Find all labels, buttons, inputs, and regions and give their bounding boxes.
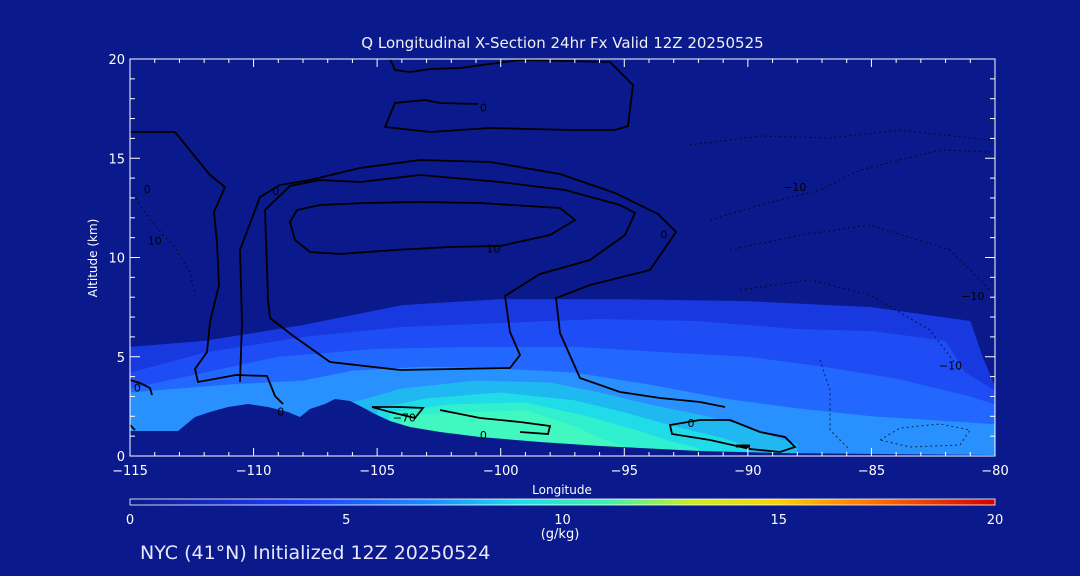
y-tick-label: 15 [108, 152, 125, 167]
contour-label: 0 [272, 185, 279, 198]
y-tick-label: 0 [117, 450, 125, 465]
colorbar-unit-label: (g/kg) [540, 527, 580, 542]
contour-label: 0 [688, 417, 695, 430]
colorbar-tick-label: 5 [342, 513, 350, 528]
x-tick-label: −110 [236, 464, 272, 479]
contour-label: 0 [660, 229, 667, 242]
x-axis-label: Longitude [532, 483, 592, 497]
y-tick-label: 10 [108, 252, 125, 267]
chart: 00 010100−10−10−1000 −7000 −115 −110 −105 −10… [86, 53, 1009, 528]
x-tick-label: −80 [981, 464, 1008, 479]
colorbar [129, 498, 996, 506]
contour-label: 0 [144, 183, 151, 196]
y-axis-label: Altitude (km) [86, 219, 100, 298]
contour-label: 0 [480, 429, 487, 442]
y-tick-label: 5 [117, 351, 125, 366]
contour-label: 0 [134, 382, 141, 395]
x-tick-label: −90 [734, 464, 761, 479]
x-tick-label: −115 [112, 464, 148, 479]
x-tick-label: −85 [858, 464, 885, 479]
colorbar-ticks: 0 5 10 15 20 [126, 513, 1003, 528]
contour-label: −10 [783, 181, 806, 194]
contour-label: 10 [486, 243, 500, 256]
colorbar-tick-label: 15 [770, 513, 787, 528]
contour-label: −70 [393, 411, 416, 424]
colorbar-tick-label: 0 [126, 513, 134, 528]
contour-label: −10 [939, 360, 962, 373]
contour-label: 0 [480, 102, 487, 115]
colorbar-tick-label: 10 [554, 513, 571, 528]
contour-label: −10 [961, 290, 984, 303]
x-tick-label: −95 [611, 464, 638, 479]
y-tick-label: 20 [108, 53, 125, 68]
contour-label: 0 [277, 405, 284, 418]
chart-title: Q Longitudinal X-Section 24hr Fx Valid 1… [361, 34, 764, 52]
init-caption: NYC (41°N) Initialized 12Z 20250524 [140, 542, 491, 564]
colorbar-tick-label: 20 [987, 513, 1004, 528]
plot-area: 0 0 0 10 10 0 −10 −10 −10 0 0 −70 0 0 [130, 59, 995, 456]
x-tick-label: −105 [359, 464, 395, 479]
contour-label: 10 [148, 235, 162, 248]
x-tick-label: −100 [483, 464, 519, 479]
